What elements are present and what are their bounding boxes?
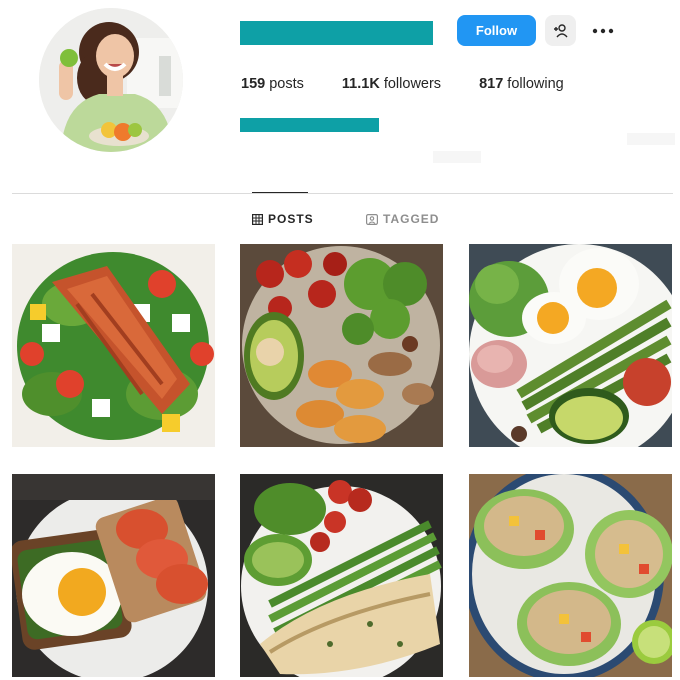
profile-avatar[interactable] xyxy=(39,8,183,152)
tab-posts[interactable]: POSTS xyxy=(252,212,314,226)
lettuce-wraps-photo xyxy=(469,474,672,677)
egg-tomato-toast-photo xyxy=(12,474,215,677)
followers-count-label: followers xyxy=(383,76,442,92)
follow-button[interactable]: Follow xyxy=(457,15,536,46)
eggs-asparagus-avocado-plate-photo xyxy=(469,244,672,447)
suggested-accounts-button[interactable] xyxy=(545,15,576,46)
more-options-button[interactable] xyxy=(586,15,620,46)
followers-count-value: 11.1K xyxy=(341,76,380,92)
post-tile[interactable] xyxy=(12,244,215,447)
add-person-icon xyxy=(553,23,568,37)
posts-count-value: 159 xyxy=(241,76,266,92)
tab-tagged[interactable]: TAGGED xyxy=(366,212,439,226)
following-count-value: 817 xyxy=(479,76,504,92)
tab-posts-label: POSTS xyxy=(268,212,314,226)
tab-tagged-label: TAGGED xyxy=(383,212,440,226)
more-options-icon xyxy=(592,28,614,33)
broccoli-avocado-potato-bowl-photo xyxy=(240,244,443,447)
username-redacted xyxy=(240,21,433,45)
post-tile[interactable] xyxy=(469,474,672,677)
bio-redacted xyxy=(240,118,379,132)
active-tab-indicator xyxy=(252,192,308,193)
faint-placeholder xyxy=(627,133,675,145)
post-tile[interactable] xyxy=(12,474,215,677)
posts-count: 159 posts xyxy=(241,76,304,92)
chicken-asparagus-avocado-plate-photo xyxy=(240,474,443,677)
posts-count-label: posts xyxy=(269,76,304,92)
salmon-salad-photo xyxy=(12,244,215,447)
profile-stats: 159 posts 11.1K followers 817 following xyxy=(241,76,564,92)
avatar-photo-icon xyxy=(39,8,183,152)
tabs-divider xyxy=(12,193,673,194)
post-tile[interactable] xyxy=(240,474,443,677)
post-tile[interactable] xyxy=(240,244,443,447)
post-tile[interactable] xyxy=(469,244,672,447)
grid-icon xyxy=(252,213,263,225)
tagged-icon xyxy=(366,213,378,225)
following-count[interactable]: 817 following xyxy=(479,76,564,92)
followers-count[interactable]: 11.1K followers xyxy=(342,76,441,92)
faint-placeholder xyxy=(433,151,481,163)
following-count-label: following xyxy=(507,76,564,92)
